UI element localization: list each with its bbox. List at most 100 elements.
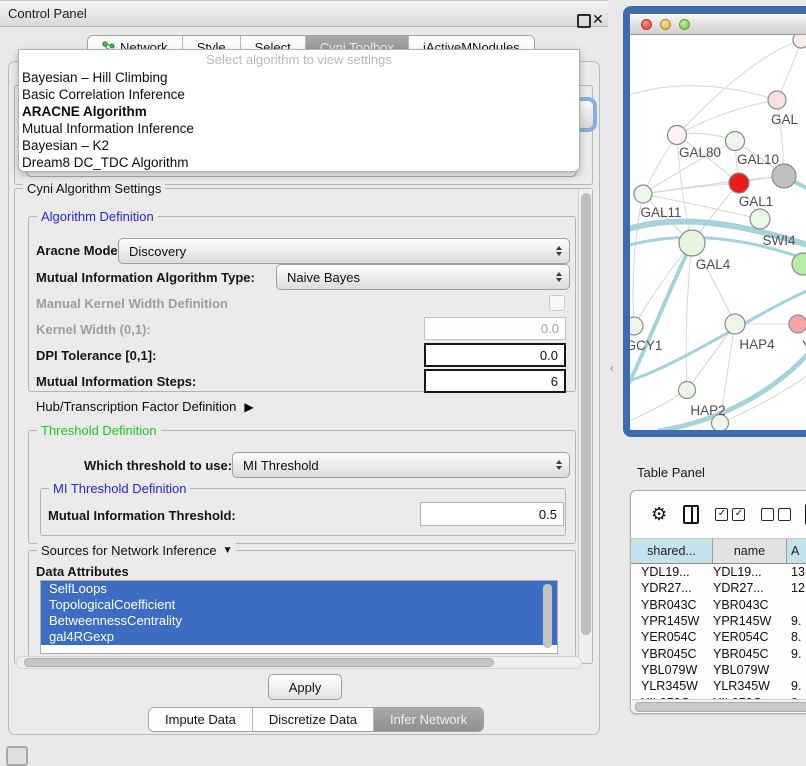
kernel-width-input[interactable]: 0.0 xyxy=(424,317,566,340)
manual-kernel-checkbox[interactable] xyxy=(549,295,565,311)
deselect-all-icon[interactable] xyxy=(761,508,791,521)
group-title[interactable]: Sources for Network Inference ▼ xyxy=(37,543,236,558)
gear-icon[interactable]: ⚙ xyxy=(651,504,667,525)
node-label: GAL80 xyxy=(679,145,721,160)
mi-type-combo[interactable]: Naive Bayes xyxy=(276,264,570,290)
settings-hscrollbar[interactable] xyxy=(16,656,582,669)
dropdown-option[interactable]: Basic Correlation Inference xyxy=(19,86,579,103)
network-graph: GAL GAL80 GAL10 GAL1 GAL11 SWI4 GAL4 GCY… xyxy=(630,35,806,435)
node-label: GAL1 xyxy=(739,194,774,209)
dropdown-option[interactable]: Bayesian – Hill Climbing xyxy=(19,69,579,86)
list-scrollbar-thumb[interactable] xyxy=(543,584,552,648)
dropdown-option[interactable]: Mutual Information Inference xyxy=(19,120,579,137)
node-label: GAL11 xyxy=(640,205,681,220)
splitter-collapse-icon[interactable]: ‹ xyxy=(610,363,614,375)
mi-threshold-input[interactable]: 0.5 xyxy=(420,502,564,526)
control-panel-titlebar: Control Panel xyxy=(0,0,608,27)
tab-impute-data[interactable]: Impute Data xyxy=(149,708,253,731)
select-all-icon[interactable]: ✓ ✓ xyxy=(715,508,745,521)
table-row[interactable]: YER054C YER054C 8. xyxy=(631,629,806,645)
close-traffic-light-icon[interactable] xyxy=(641,19,652,30)
mi-steps-input[interactable]: 6 xyxy=(424,369,566,393)
minimized-panel-icon[interactable] xyxy=(6,746,28,766)
network-view-window: GAL GAL80 GAL10 GAL1 GAL11 SWI4 GAL4 GCY… xyxy=(623,6,806,437)
mi-type-label: Mutual Information Algorithm Type: xyxy=(36,270,255,285)
network-node-gal80[interactable] xyxy=(668,126,687,145)
table-row[interactable]: YPR145W YPR145W 9. xyxy=(631,613,806,629)
node-label: HAP2 xyxy=(690,403,725,418)
network-node-swi4[interactable] xyxy=(750,209,770,229)
dropdown-option[interactable]: Dream8 DC_TDC Algorithm xyxy=(19,154,579,171)
aracne-mode-combo[interactable]: Discovery xyxy=(118,238,570,264)
network-node-gal4[interactable] xyxy=(679,230,705,256)
mi-steps-label: Mutual Information Steps: xyxy=(36,374,196,389)
column-header-shared[interactable]: shared... xyxy=(631,539,713,563)
list-item[interactable]: gal4RGexp xyxy=(41,629,557,645)
network-node-hap4[interactable] xyxy=(725,314,745,334)
tab-discretize-data[interactable]: Discretize Data xyxy=(253,708,374,731)
table-row[interactable]: YBR043C YBR043C xyxy=(631,597,806,613)
table-header-row: shared... name A xyxy=(631,539,806,564)
cyni-bottom-tabbar: Impute Data Discretize Data Infer Networ… xyxy=(148,707,484,732)
table-row[interactable]: YBR045C YBR045C 9. xyxy=(631,646,806,662)
settings-hscrollbar-thumb[interactable] xyxy=(24,658,494,667)
dropdown-option-selected[interactable]: ARACNE Algorithm xyxy=(19,103,579,120)
minimize-traffic-light-icon[interactable] xyxy=(660,19,671,30)
node-label: GAL xyxy=(771,112,799,127)
float-window-icon[interactable] xyxy=(577,14,591,28)
network-node-gal11[interactable] xyxy=(634,185,652,203)
dropdown-option[interactable]: Bayesian – K2 xyxy=(19,137,579,154)
group-title: Algorithm Definition xyxy=(37,209,158,224)
combo-arrows-icon xyxy=(556,272,562,282)
manual-kernel-label: Manual Kernel Width Definition xyxy=(36,296,228,311)
list-item[interactable]: TopologicalCoefficient xyxy=(41,597,557,613)
dpi-tolerance-input[interactable]: 0.0 xyxy=(424,343,566,367)
network-window-titlebar[interactable] xyxy=(630,13,806,35)
group-title: MI Threshold Definition xyxy=(49,481,190,496)
combo-arrows-icon xyxy=(556,460,562,470)
network-node[interactable] xyxy=(789,315,806,333)
which-threshold-combo[interactable]: MI Threshold xyxy=(232,452,570,478)
unchecked-box-icon xyxy=(761,508,774,521)
expanded-arrow-icon: ▼ xyxy=(223,545,233,556)
network-node-gal10[interactable] xyxy=(726,132,745,151)
kernel-width-label: Kernel Width (0,1): xyxy=(36,322,151,337)
table-panel-title: Table Panel xyxy=(637,465,705,480)
settings-scrollbar[interactable] xyxy=(578,189,592,661)
network-canvas[interactable]: GAL GAL80 GAL10 GAL1 GAL11 SWI4 GAL4 GCY… xyxy=(630,35,806,437)
node-label: HAP4 xyxy=(739,337,775,352)
combo-arrows-icon xyxy=(556,246,562,256)
column-header-name[interactable]: name xyxy=(713,539,787,563)
zoom-traffic-light-icon[interactable] xyxy=(679,19,690,30)
which-threshold-label: Which threshold to use: xyxy=(84,458,232,473)
table-hscrollbar-thumb[interactable] xyxy=(635,702,806,712)
close-icon[interactable]: ✕ xyxy=(592,11,604,28)
network-node[interactable] xyxy=(768,91,786,109)
list-item[interactable]: BetweennessCentrality xyxy=(41,613,557,629)
table-row[interactable]: YDR27... YDR27... 12 xyxy=(631,580,806,596)
node-label: GAL4 xyxy=(696,257,731,272)
data-attributes-list[interactable]: SelfLoops TopologicalCoefficient Between… xyxy=(40,580,558,654)
network-node[interactable] xyxy=(772,164,796,188)
tab-infer-network[interactable]: Infer Network xyxy=(374,708,483,731)
settings-scrollbar-thumb[interactable] xyxy=(581,193,591,635)
mi-threshold-label: Mutual Information Threshold: xyxy=(48,508,236,523)
checked-box-icon: ✓ xyxy=(715,508,728,521)
table-row[interactable]: YBL079W YBL079W xyxy=(631,662,806,678)
table-row[interactable]: YLR345W YLR345W 9. xyxy=(631,678,806,694)
list-item[interactable]: SelfLoops xyxy=(41,581,557,597)
node-label: GAL10 xyxy=(737,152,779,167)
network-node-gcy1[interactable] xyxy=(630,317,643,335)
table-row[interactable]: YDL19... YDL19... 13 xyxy=(631,564,806,580)
apply-button[interactable]: Apply xyxy=(268,674,342,700)
hub-section-toggle[interactable]: Hub/Transcription Factor Definition ▶ xyxy=(36,399,254,414)
table-toolbar: ⚙ ✓ ✓ xyxy=(631,491,806,539)
column-header-partial[interactable]: A xyxy=(787,539,806,563)
table-hscrollbar[interactable] xyxy=(632,699,806,712)
split-columns-icon[interactable] xyxy=(683,505,699,524)
network-node[interactable] xyxy=(793,35,806,48)
network-node-gal1[interactable] xyxy=(729,173,749,193)
network-node-hap2[interactable] xyxy=(679,382,696,399)
collapsed-arrow-icon: ▶ xyxy=(244,400,253,414)
dpi-tolerance-label: DPI Tolerance [0,1]: xyxy=(36,348,156,363)
